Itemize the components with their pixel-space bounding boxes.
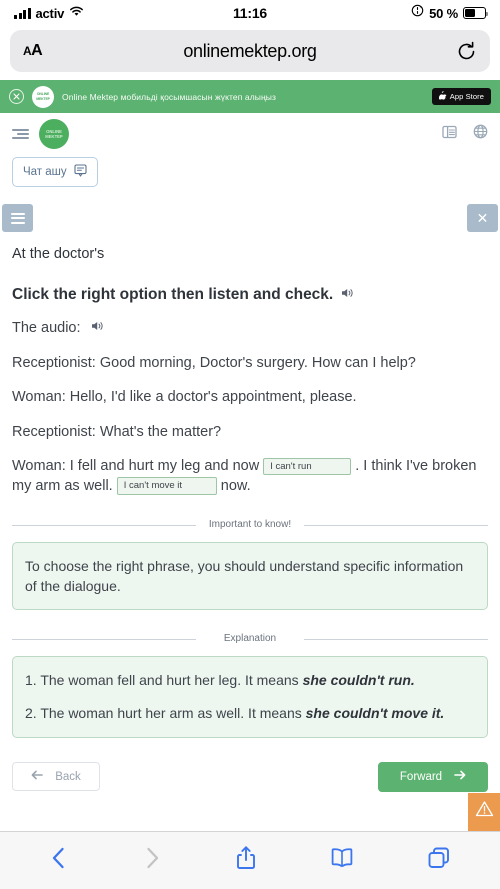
site-header-actions [442,124,488,144]
task-toolbar: ✕ [0,204,500,232]
back-button[interactable]: Back [12,762,100,792]
app-store-button[interactable]: App Store [431,88,491,105]
browser-bookmarks-button[interactable] [329,846,355,875]
lesson-content: At the doctor's Click the right option t… [0,232,500,792]
hamburger-icon[interactable] [2,204,33,232]
page-title: At the doctor's [12,246,105,262]
dialogue-answer-line: Woman: I fell and hurt my leg and now I … [12,457,488,496]
audio-label: The audio: [12,320,81,336]
close-icon[interactable] [9,89,24,104]
site-logo-line2: MEKTEP [45,134,63,139]
answer-blank-2[interactable]: I can't move it [116,477,217,495]
browser-address-bar-container: AAAA onlinemektep.org [0,26,500,80]
url-text[interactable]: onlinemektep.org [10,41,490,62]
arrow-right-icon [454,770,466,783]
ios-status-bar: activ 11:16 50 % [0,0,500,26]
dialogue-line: Receptionist: What's the matter? [12,423,222,440]
explanation-caption: Explanation [223,633,277,645]
audio-row: The audio: [12,319,488,339]
divider-rule-left [12,525,196,527]
site-header: ONLINE MEKTEP [0,113,500,155]
explanation-card: 1. The woman fell and hurt her leg. It m… [12,655,488,738]
speaker-icon[interactable] [341,286,354,304]
explanation-divider: Explanation [12,633,488,646]
important-card: To choose the right phrase, you should u… [12,541,488,611]
explanation-item-text: 1. The woman fell and hurt her leg. It m… [25,671,303,688]
forward-button[interactable]: Forward [378,761,488,792]
close-icon[interactable]: ✕ [467,204,498,232]
app-logo: ONLINE MEKTEP [32,85,54,108]
task-instruction: Click the right option then listen and c… [12,286,334,303]
divider-rule-right [304,525,488,527]
banner-text: Online Mektep мобильді қосымшасын жүктеп… [62,91,276,102]
battery-icon [463,7,488,19]
important-divider: Important to know! [12,519,488,532]
chat-row: Чат ашу [0,155,500,187]
task-instruction-row: Click the right option then listen and c… [12,286,488,304]
browser-bottom-toolbar [0,831,500,889]
explanation-item: 2. The woman hurt her arm as well. It me… [25,703,475,723]
battery-percentage: 50 % [429,5,458,21]
answer-blank-1[interactable]: I can't run [263,457,352,476]
arrow-left-icon [31,770,44,783]
explanation-item-emphasis: she couldn't run. [302,671,415,688]
important-text: To choose the right phrase, you should u… [25,557,464,595]
warning-badge[interactable] [468,793,500,831]
open-chat-button[interactable]: Чат ашу [12,157,98,187]
lesson-navigation: Back Forward [12,761,488,792]
dialogue-line: Woman: Hello, I'd like a doctor's appoin… [12,389,357,406]
reload-icon[interactable] [456,41,477,62]
important-caption: Important to know! [208,519,292,531]
app-download-banner: ONLINE MEKTEP Online Mektep мобильді қос… [0,80,500,113]
site-logo[interactable]: ONLINE MEKTEP [39,119,69,149]
rotation-lock-icon [411,4,424,22]
app-store-label: App Store [449,92,484,101]
browser-back-button[interactable] [48,845,70,876]
browser-tabs-button[interactable] [426,845,452,876]
app-logo-line2: MEKTEP [36,96,50,101]
explanation-item: 1. The woman fell and hurt her leg. It m… [25,670,475,690]
status-bar-right: 50 % [411,4,488,22]
answer-text-part1: Woman: I fell and hurt my leg and now [12,458,260,475]
answer-text-part3: now. [220,477,251,494]
layout-icon[interactable] [442,125,457,144]
divider-rule-left [12,639,196,641]
dialogue-line: Receptionist: Good morning, Doctor's sur… [12,354,416,371]
address-bar[interactable]: AAAA onlinemektep.org [10,30,490,72]
chat-button-label: Чат ашу [23,166,67,178]
explanation-item-emphasis: she couldn't move it. [305,705,445,722]
warning-triangle-icon [475,800,494,823]
globe-icon[interactable] [473,124,488,144]
browser-forward-button [141,845,163,876]
speaker-icon[interactable] [91,319,104,339]
explanation-item-text: 2. The woman hurt her arm as well. It me… [25,705,306,722]
menu-list-icon[interactable] [12,128,29,140]
forward-button-label: Forward [399,770,443,783]
divider-rule-right [304,639,488,641]
apple-icon [438,91,447,102]
chat-bubble-icon [74,164,87,180]
back-button-label: Back [55,770,81,783]
browser-share-button[interactable] [234,844,258,877]
